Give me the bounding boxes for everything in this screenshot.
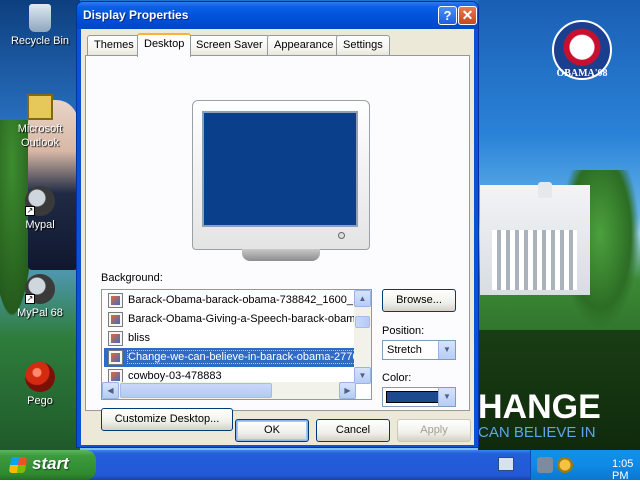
image-file-icon <box>108 350 123 365</box>
vertical-scrollbar[interactable]: ▲ ▼ <box>354 290 371 384</box>
list-item[interactable]: Barack-Obama-barack-obama-738842_1600_12 <box>104 291 356 310</box>
desktop-tab-panel: Background: Barack-Obama-barack-obama-73… <box>85 55 470 431</box>
power-led-icon <box>338 232 345 239</box>
dialog-client-area: Themes Desktop Screen Saver Appearance S… <box>81 29 474 445</box>
mypal-icon: ↗ <box>25 186 55 216</box>
monitor-preview <box>192 100 370 250</box>
position-dropdown[interactable]: Stretch ▼ <box>382 340 456 360</box>
color-swatch <box>386 391 440 403</box>
scroll-down-icon[interactable]: ▼ <box>354 367 371 384</box>
desktop-icon-mypal-68[interactable]: ↗ MyPal 68 <box>4 274 76 320</box>
horizontal-scroll-thumb[interactable] <box>120 383 272 398</box>
background-label: Background: <box>101 272 163 284</box>
tab-desktop[interactable]: Desktop <box>137 33 192 57</box>
image-file-icon <box>108 312 123 327</box>
outlook-icon <box>27 94 53 120</box>
scroll-up-icon[interactable]: ▲ <box>354 290 371 307</box>
list-item-label: Barack-Obama-Giving-a-Speech-barack-obam… <box>128 313 356 325</box>
wallpaper-white-house-dome <box>538 182 552 198</box>
start-label: start <box>32 454 69 473</box>
display-properties-window: Display Properties ? ✕ Themes Desktop Sc… <box>76 1 479 448</box>
chevron-down-icon[interactable]: ▼ <box>438 341 455 359</box>
obama-logo-text: OBAMA'08 <box>556 68 608 79</box>
background-list[interactable]: Barack-Obama-barack-obama-738842_1600_12… <box>101 289 372 400</box>
start-button[interactable]: start <box>0 450 96 480</box>
network-icon[interactable] <box>537 457 553 473</box>
tab-appearance[interactable]: Appearance <box>267 35 341 55</box>
list-item-label: Barack-Obama-barack-obama-738842_1600_12 <box>128 294 356 306</box>
list-item-selected[interactable]: Change-we-can-believe-in-barack-obama-27… <box>104 348 356 367</box>
tab-settings[interactable]: Settings <box>336 35 390 55</box>
scroll-right-icon[interactable]: ▶ <box>339 382 356 399</box>
window-title: Display Properties <box>83 8 189 22</box>
wallpaper-subheadline: CAN BELIEVE IN <box>478 424 596 441</box>
desktop-icon-label: Recycle Bin <box>10 35 70 47</box>
system-tray: 1:05 PM <box>530 450 640 482</box>
tab-screen-saver[interactable]: Screen Saver <box>189 35 270 55</box>
position-label: Position: <box>382 325 425 337</box>
tab-themes[interactable]: Themes <box>87 35 141 55</box>
title-bar[interactable]: Display Properties ? ✕ <box>77 2 478 29</box>
desktop-icon-pego[interactable]: Pego <box>4 362 76 408</box>
list-item[interactable]: Barack-Obama-Giving-a-Speech-barack-obam… <box>104 310 356 329</box>
close-button[interactable]: ✕ <box>458 6 477 25</box>
clock[interactable]: 1:05 PM <box>612 458 640 482</box>
recycle-bin-icon <box>29 4 51 32</box>
mypal-68-icon: ↗ <box>25 274 55 304</box>
apply-button[interactable]: Apply <box>397 419 471 442</box>
desktop-icon-label: Mypal <box>25 219 55 231</box>
pego-icon <box>25 362 55 392</box>
desktop-icon-recycle-bin[interactable]: Recycle Bin <box>4 4 76 48</box>
image-file-icon <box>108 293 123 308</box>
desktop-icon-label: Pego <box>27 395 53 407</box>
color-label: Color: <box>382 372 412 384</box>
scroll-left-icon[interactable]: ◀ <box>102 382 119 399</box>
wallpaper-headline: HANGE <box>478 388 601 426</box>
windows-logo-icon <box>8 457 28 473</box>
list-item[interactable]: bliss <box>104 329 356 348</box>
color-picker[interactable]: ▼ <box>382 387 456 407</box>
desktop-icon-mypal[interactable]: ↗ Mypal <box>4 186 76 232</box>
desktop-icon-microsoft-outlook[interactable]: Microsoft Outlook <box>4 94 76 150</box>
browse-button[interactable]: Browse... <box>382 289 456 312</box>
cancel-button[interactable]: Cancel <box>316 419 390 442</box>
wallpaper-white-house-columns <box>492 230 577 290</box>
keyboard-icon[interactable] <box>498 457 514 471</box>
preview-screen <box>202 111 358 227</box>
taskbar: start 1:05 PM <box>0 450 640 482</box>
image-file-icon <box>108 331 123 346</box>
monitor-stand <box>242 249 320 261</box>
list-item-label: bliss <box>128 332 151 344</box>
desktop-icon-label: MyPal 68 <box>17 307 63 319</box>
position-value: Stretch <box>387 344 422 356</box>
search-icon[interactable] <box>557 457 573 473</box>
list-item-label: Change-we-can-believe-in-barack-obama-27… <box>127 350 356 364</box>
obama-logo: OBAMA'08 <box>548 20 616 100</box>
vertical-scroll-thumb[interactable] <box>355 316 370 328</box>
ok-button[interactable]: OK <box>235 419 309 442</box>
horizontal-scrollbar[interactable]: ◀ ▶ <box>102 382 356 399</box>
help-button[interactable]: ? <box>438 6 457 25</box>
shortcut-arrow-icon: ↗ <box>25 294 35 304</box>
chevron-down-icon[interactable]: ▼ <box>438 388 455 406</box>
desktop-icon-label: Microsoft Outlook <box>17 123 63 149</box>
shortcut-arrow-icon: ↗ <box>25 206 35 216</box>
customize-desktop-button[interactable]: Customize Desktop... <box>101 408 233 431</box>
list-item-label: cowboy-03-478883 <box>128 370 222 382</box>
